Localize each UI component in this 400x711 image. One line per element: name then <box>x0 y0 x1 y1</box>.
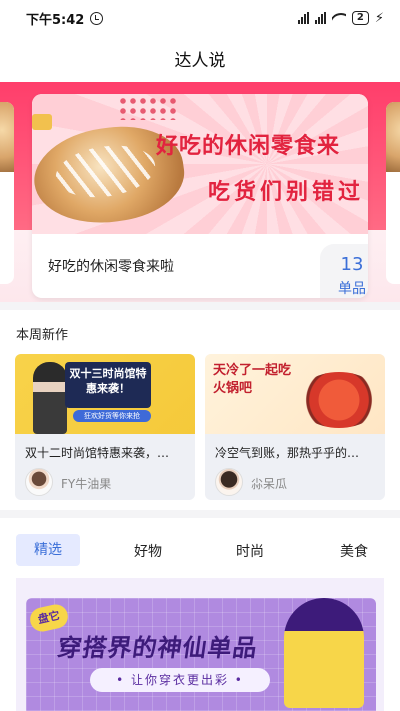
wifi-icon <box>332 13 346 23</box>
next-card-image <box>386 102 400 172</box>
banner-image-subtitle: 吃货们别错过 <box>208 180 365 205</box>
avatar[interactable] <box>215 468 243 496</box>
tab-food[interactable]: 美食 <box>340 541 368 561</box>
weekly-card-image: 天冷了一起吃火锅吧 <box>205 354 385 434</box>
fashion-figure <box>284 598 364 708</box>
carousel-next-card[interactable] <box>386 102 400 284</box>
status-icons: 2 ⚡ <box>297 10 384 26</box>
weekly-card-caption: 冷空气到账，那热乎乎的… <box>215 446 360 460</box>
category-tabs: 精选 好物 时尚 美食 <box>16 533 396 567</box>
carousel-prev-card[interactable] <box>0 102 14 284</box>
weekly-section: 本周新作 双十三时尚馆特惠来袭！ 狂欢好货等你来抢 双十二时尚馆特惠来袭，… F… <box>0 310 400 510</box>
item-count-badge[interactable]: 13 单品 <box>320 244 368 298</box>
category-section: 精选 好物 时尚 美食 盘它 穿搭界的神仙单品 • 让你穿衣更出彩 • <box>0 518 400 711</box>
promo-card[interactable]: 盘它 穿搭界的神仙单品 • 让你穿衣更出彩 • <box>16 578 384 711</box>
card-image-title: 双十三时尚馆特惠来袭！ <box>65 362 151 408</box>
weekly-card[interactable]: 天冷了一起吃火锅吧 冷空气到账，那热乎乎的… 尛呆瓜 <box>205 354 385 500</box>
promo-subtitle: • 让你穿衣更出彩 • <box>90 668 270 692</box>
hotpot-image <box>297 372 381 428</box>
tab-featured[interactable]: 精选 <box>16 534 80 566</box>
status-bar: 下午5:42 2 ⚡ <box>0 0 400 36</box>
page-title: 达人说 <box>174 50 226 71</box>
battery-icon: 2 <box>351 11 369 25</box>
model-figure <box>33 362 67 434</box>
author-name: FY牛油果 <box>61 477 112 491</box>
dots-decoration <box>118 96 178 120</box>
card-image-title: 天冷了一起吃火锅吧 <box>213 363 292 396</box>
tab-fashion[interactable]: 时尚 <box>236 541 264 561</box>
banner-image: 好吃的休闲零食来 吃货们别错过 <box>32 94 368 234</box>
charging-icon: ⚡ <box>374 10 384 26</box>
item-count-unit: 单品 <box>338 281 366 297</box>
avatar[interactable] <box>25 468 53 496</box>
weekly-card-image: 双十三时尚馆特惠来袭！ 狂欢好货等你来抢 <box>15 354 195 434</box>
signal-icon <box>314 12 326 24</box>
weekly-card[interactable]: 双十三时尚馆特惠来袭！ 狂欢好货等你来抢 双十二时尚馆特惠来袭，… FY牛油果 <box>15 354 195 500</box>
banner-image-title: 好吃的休闲零食来 <box>156 134 341 159</box>
weekly-card-caption: 双十二时尚馆特惠来袭，… <box>25 446 170 460</box>
status-time: 下午5:42 <box>26 12 85 28</box>
author-name: 尛呆瓜 <box>251 477 288 491</box>
section-title: 本周新作 <box>16 328 69 343</box>
tag-icon <box>32 114 52 130</box>
item-count: 13 <box>340 254 364 275</box>
page-header: 达人说 <box>0 36 400 80</box>
promo-image: 盘它 穿搭界的神仙单品 • 让你穿衣更出彩 • <box>26 598 376 711</box>
banner-caption: 好吃的休闲零食来啦 <box>48 259 174 275</box>
card-image-chip: 狂欢好货等你来抢 <box>73 410 151 422</box>
prev-card-image <box>0 102 14 172</box>
alarm-icon <box>90 11 104 25</box>
promo-title: 穿搭界的神仙单品 <box>55 634 260 662</box>
tab-goods[interactable]: 好物 <box>134 541 162 561</box>
banner-card[interactable]: 好吃的休闲零食来 吃货们别错过 好吃的休闲零食来啦 13 单品 <box>32 94 368 298</box>
signal-icon <box>297 12 309 24</box>
banner-carousel[interactable]: 好吃的休闲零食来 吃货们别错过 好吃的休闲零食来啦 13 单品 <box>0 80 400 302</box>
